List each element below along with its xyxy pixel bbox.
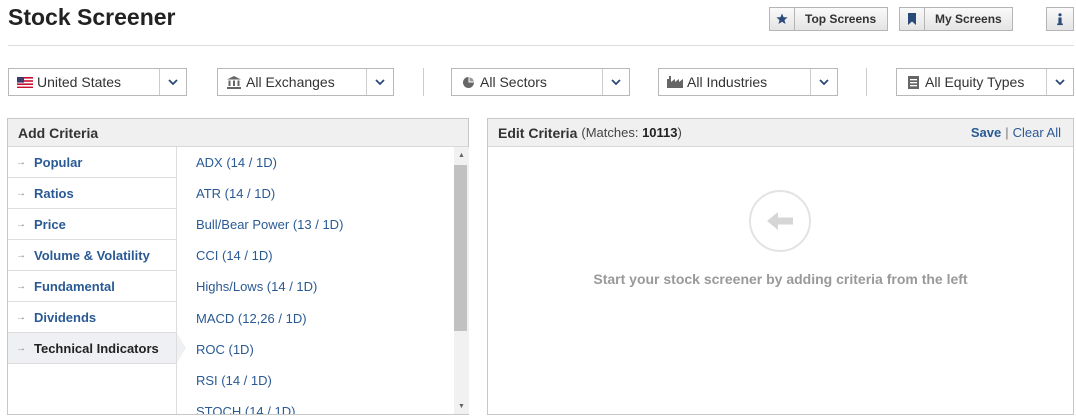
pie-icon (456, 76, 480, 89)
industry-label: All Industries (687, 74, 768, 90)
my-screens-label: My Screens (935, 12, 1002, 26)
edit-criteria-header: Edit Criteria (Matches: 10113) Save | Clea… (488, 119, 1073, 147)
save-link[interactable]: Save (971, 125, 1001, 140)
info-button[interactable] (1046, 7, 1074, 31)
matches-count: 10113 (642, 125, 678, 140)
category-item[interactable]: → Fundamental (8, 271, 176, 302)
add-criteria-title: Add Criteria (18, 124, 99, 141)
category-label: Volume & Volatility (34, 247, 150, 263)
arrow-right-icon: → (16, 280, 26, 292)
country-label: United States (37, 74, 122, 90)
category-label: Ratios (34, 185, 74, 201)
category-item[interactable]: → Technical Indicators (8, 332, 186, 364)
industry-dropdown[interactable]: All Industries (658, 68, 838, 96)
top-screens-button[interactable]: Top Screens (769, 7, 888, 31)
sector-label: All Sectors (480, 74, 547, 90)
scroll-thumb[interactable] (454, 165, 467, 331)
category-label: Dividends (34, 309, 97, 325)
back-arrow-icon (749, 190, 811, 252)
criteria-item[interactable]: ATR (14 / 1D) (196, 178, 454, 209)
chevron-down-icon[interactable] (810, 69, 837, 95)
criteria-item[interactable]: Bull/Bear Power (13 / 1D) (196, 209, 454, 240)
empty-state-message: Start your stock screener by adding crit… (593, 271, 968, 287)
country-dropdown[interactable]: United States (8, 68, 187, 96)
arrow-right-icon: → (16, 342, 26, 354)
scroll-up-icon[interactable]: ▲ (454, 147, 469, 163)
us-flag-icon (13, 76, 37, 88)
equity-type-label: All Equity Types (925, 74, 1025, 90)
header-divider (8, 45, 1074, 46)
document-icon (901, 75, 925, 89)
arrow-right-icon: → (16, 187, 26, 199)
equity-type-dropdown[interactable]: All Equity Types (896, 68, 1074, 96)
filter-separator (866, 68, 867, 96)
category-label: Fundamental (34, 278, 115, 294)
criteria-item[interactable]: RSI (14 / 1D) (196, 365, 454, 396)
category-item[interactable]: → Volume & Volatility (8, 240, 176, 271)
star-icon (770, 8, 795, 30)
matches-info: (Matches: 10113) (581, 125, 681, 140)
criteria-item[interactable]: MACD (12,26 / 1D) (196, 302, 454, 333)
exchange-label: All Exchanges (246, 74, 335, 90)
bookmark-icon (900, 8, 925, 30)
category-item[interactable]: → Ratios (8, 178, 176, 209)
filter-separator (423, 68, 424, 96)
criteria-item[interactable]: Highs/Lows (14 / 1D) (196, 271, 454, 302)
matches-suffix: ) (677, 125, 682, 140)
scroll-down-icon[interactable]: ▼ (454, 398, 469, 414)
criteria-list: ADX (14 / 1D) ATR (14 / 1D) Bull/Bear Powe… (196, 147, 454, 414)
add-criteria-panel: Add Criteria → Popular → Ratios → Price → Volum… (7, 118, 469, 415)
edit-criteria-title: Edit Criteria (498, 124, 578, 141)
my-screens-button[interactable]: My Screens (899, 7, 1013, 31)
category-label: Technical Indicators (34, 340, 159, 356)
info-icon (1056, 12, 1064, 26)
chevron-down-icon[interactable] (366, 69, 393, 95)
action-separator: | (1005, 125, 1009, 140)
exchange-dropdown[interactable]: All Exchanges (217, 68, 394, 96)
category-list: → Popular → Ratios → Price → Volume & Volatilit… (8, 147, 186, 364)
top-screens-label: Top Screens (805, 12, 877, 26)
criteria-item[interactable]: STOCH (14 / 1D) (196, 396, 454, 414)
chevron-down-icon[interactable] (602, 69, 629, 95)
arrow-right-icon: → (16, 249, 26, 261)
factory-icon (663, 76, 687, 88)
edit-criteria-panel: Edit Criteria (Matches: 10113) Save | Clea… (487, 118, 1074, 415)
edit-actions: Save | Clear All (971, 125, 1061, 140)
chevron-down-icon[interactable] (159, 69, 186, 95)
criteria-item[interactable]: ADX (14 / 1D) (196, 147, 454, 178)
category-item[interactable]: → Price (8, 209, 176, 240)
category-item[interactable]: → Dividends (8, 302, 176, 333)
category-label: Popular (34, 154, 83, 170)
chevron-down-icon[interactable] (1046, 69, 1073, 95)
clear-all-link[interactable]: Clear All (1013, 125, 1061, 140)
criteria-item[interactable]: ROC (1D) (196, 334, 454, 365)
category-item[interactable]: → Popular (8, 147, 176, 178)
arrow-right-icon: → (16, 311, 26, 323)
arrow-right-icon: → (16, 156, 26, 168)
page-title: Stock Screener (8, 4, 176, 30)
arrow-right-icon: → (16, 218, 26, 230)
sector-dropdown[interactable]: All Sectors (451, 68, 630, 96)
add-criteria-header: Add Criteria (8, 119, 468, 147)
criteria-scrollbar[interactable]: ▲ ▼ (454, 147, 469, 414)
category-label: Price (34, 216, 66, 232)
criteria-item[interactable]: CCI (14 / 1D) (196, 240, 454, 271)
category-divider (176, 147, 177, 414)
bank-icon (222, 75, 246, 89)
matches-prefix: (Matches: (581, 125, 639, 140)
